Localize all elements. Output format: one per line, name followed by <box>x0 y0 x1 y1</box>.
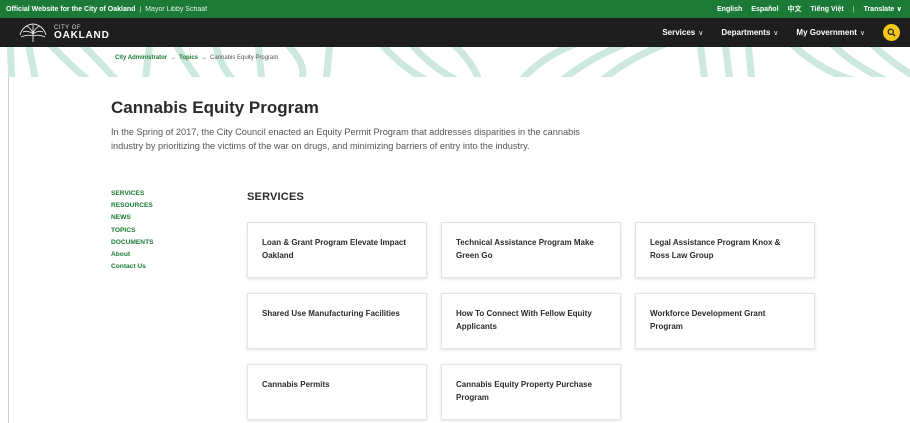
main-navigation: CITY OF OAKLAND Services ∨ Departments ∨… <box>0 18 910 47</box>
section-sidenav: SERVICES RESOURCES NEWS TOPICS DOCUMENTS… <box>111 188 154 272</box>
service-card-loan-grant[interactable]: Loan & Grant Program Elevate Impact Oakl… <box>247 222 427 278</box>
sidenav-services[interactable]: SERVICES <box>111 188 154 199</box>
nav-menu: Services ∨ Departments ∨ My Government ∨ <box>662 24 900 41</box>
sidenav-topics[interactable]: TOPICS <box>111 225 154 236</box>
page-intro: In the Spring of 2017, the City Council … <box>111 127 580 151</box>
service-card-label: Shared Use Manufacturing Facilities <box>262 309 400 318</box>
nav-my-government-label: My Government <box>796 28 857 37</box>
mayor-link[interactable]: Mayor Libby Schaaf <box>145 6 207 13</box>
chevron-down-icon: ∨ <box>896 6 902 13</box>
breadcrumb-current: Cannabis Equity Program <box>210 55 279 61</box>
service-card-legal-assistance[interactable]: Legal Assistance Program Knox & Ross Law… <box>635 222 815 278</box>
page-edge-divider <box>8 77 9 423</box>
services-card-grid: Loan & Grant Program Elevate Impact Oakl… <box>247 222 817 420</box>
nav-departments-label: Departments <box>721 28 771 37</box>
logo-wordmark: CITY OF OAKLAND <box>54 25 110 41</box>
utility-bar-left: Official Website for the City of Oakland… <box>6 6 207 13</box>
sidenav-resources[interactable]: RESOURCES <box>111 200 154 211</box>
service-card-cannabis-permits[interactable]: Cannabis Permits <box>247 364 427 420</box>
translate-label: Translate <box>863 5 895 13</box>
logo-oakland: OAKLAND <box>54 29 110 41</box>
service-card-technical-assistance[interactable]: Technical Assistance Program Make Green … <box>441 222 621 278</box>
page-banner: City Administrator → Topics → Cannabis E… <box>0 47 910 77</box>
service-card-property-purchase[interactable]: Cannabis Equity Property Purchase Progra… <box>441 364 621 420</box>
service-card-label: Legal Assistance Program Knox & Ross Law… <box>650 238 781 260</box>
chevron-down-icon: ∨ <box>698 29 704 37</box>
service-card-label: How To Connect With Fellow Equity Applic… <box>456 309 592 331</box>
chevron-down-icon: ∨ <box>859 29 865 37</box>
language-selector: English Español 中文 Tiếng Việt | Translat… <box>717 4 902 14</box>
nav-services-label: Services <box>662 28 696 37</box>
service-card-label: Cannabis Permits <box>262 380 330 389</box>
sidenav-news[interactable]: NEWS <box>111 212 154 223</box>
sidenav-documents[interactable]: DOCUMENTS <box>111 237 154 248</box>
language-chinese[interactable]: 中文 <box>788 4 802 14</box>
language-espanol[interactable]: Español <box>751 6 778 13</box>
search-icon <box>887 28 896 37</box>
service-card-label: Loan & Grant Program Elevate Impact Oakl… <box>262 238 407 260</box>
arrow-right-icon: → <box>170 55 177 61</box>
utility-separator: | <box>139 5 142 13</box>
language-separator: | <box>852 5 855 13</box>
service-card-connect-equity-applicants[interactable]: How To Connect With Fellow Equity Applic… <box>441 293 621 349</box>
chevron-down-icon: ∨ <box>773 29 779 37</box>
nav-my-government[interactable]: My Government ∨ <box>796 28 865 37</box>
nav-services[interactable]: Services ∨ <box>662 28 703 37</box>
nav-departments[interactable]: Departments ∨ <box>721 28 778 37</box>
banner-pattern <box>6 47 910 77</box>
breadcrumb: City Administrator → Topics → Cannabis E… <box>115 55 278 61</box>
sidenav-contact-us[interactable]: Contact Us <box>111 261 154 272</box>
translate-dropdown[interactable]: Translate ∨ <box>863 5 902 14</box>
page-title: Cannabis Equity Program <box>111 98 319 117</box>
oak-tree-icon <box>19 23 47 42</box>
service-card-shared-use-manufacturing[interactable]: Shared Use Manufacturing Facilities <box>247 293 427 349</box>
service-card-workforce-development[interactable]: Workforce Development Grant Program <box>635 293 815 349</box>
sidenav-about[interactable]: About <box>111 249 154 260</box>
utility-bar: Official Website for the City of Oakland… <box>0 0 910 18</box>
breadcrumb-topics[interactable]: Topics <box>179 55 198 61</box>
service-card-label: Technical Assistance Program Make Green … <box>456 238 594 260</box>
official-website-label: Official Website for the City of Oakland <box>6 5 136 13</box>
language-vietnamese[interactable]: Tiếng Việt <box>811 6 844 13</box>
city-logo[interactable]: CITY OF OAKLAND <box>18 23 110 43</box>
services-heading: SERVICES <box>247 191 305 203</box>
breadcrumb-city-administrator[interactable]: City Administrator <box>115 55 167 61</box>
language-english[interactable]: English <box>717 6 742 13</box>
service-card-label: Cannabis Equity Property Purchase Progra… <box>456 380 593 402</box>
search-button[interactable] <box>883 24 900 41</box>
arrow-right-icon: → <box>201 55 208 61</box>
service-card-label: Workforce Development Grant Program <box>650 309 766 331</box>
